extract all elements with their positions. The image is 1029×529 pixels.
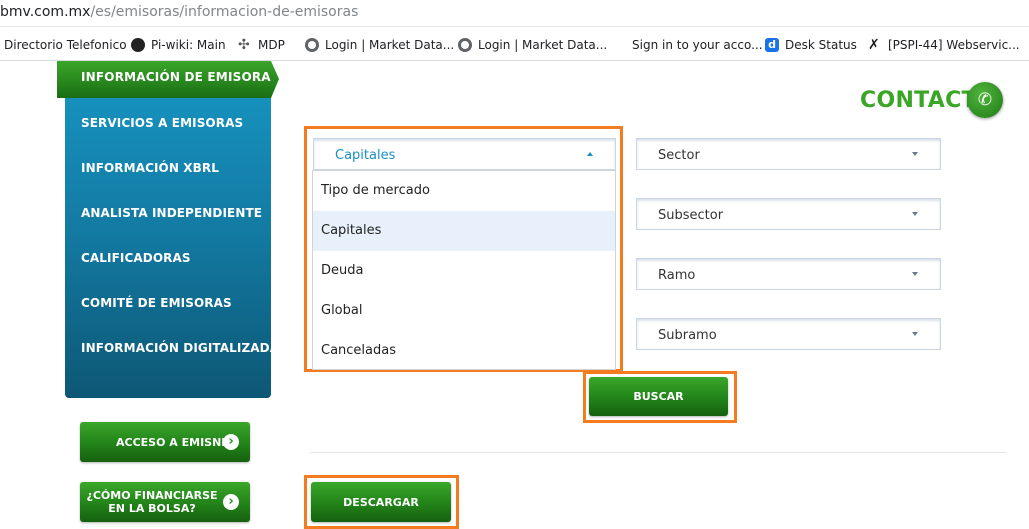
- chevron-up-icon: [587, 152, 593, 156]
- d-icon: d: [765, 38, 779, 52]
- globe-icon: [458, 38, 472, 52]
- bookmark-pspi[interactable]: ✗ [PSPI-44] Webservic...: [868, 36, 1020, 54]
- sidebar-item-digitalizada[interactable]: INFORMACIÓN DIGITALIZADA: [81, 341, 279, 355]
- option-global[interactable]: Global: [313, 291, 615, 331]
- bookmark-login-1[interactable]: Login | Market Data...: [305, 36, 454, 54]
- url-host: bmv.com.mx: [0, 4, 91, 20]
- jira-icon: ✗: [868, 37, 880, 53]
- bookmark-label: Login | Market Data...: [478, 38, 608, 52]
- sidebar-item-calificadoras[interactable]: CALIFICADORAS: [81, 251, 191, 265]
- descargar-button[interactable]: DESCARGAR: [311, 482, 451, 522]
- bookmark-desk-status[interactable]: d Desk Status: [765, 36, 857, 54]
- address-bar[interactable]: bmv.com.mx/es/emisoras/informacion-de-em…: [0, 0, 1029, 27]
- bookmark-label: Sign in to your acco...: [632, 38, 763, 52]
- chevron-down-icon: [912, 332, 918, 336]
- sidebar-item-informacion-de-emisora[interactable]: INFORMACIÓN DE EMISORA: [57, 61, 279, 98]
- market-type-select[interactable]: Capitales: [313, 138, 616, 170]
- sidebar-item-analista[interactable]: ANALISTA INDEPENDIENTE: [81, 206, 262, 220]
- sidebar-menu: SERVICIOS A EMISORAS INFORMACIÓN XBRL AN…: [65, 98, 279, 398]
- bookmark-directorio[interactable]: Directorio Telefonico: [4, 36, 127, 54]
- url-text[interactable]: bmv.com.mx/es/emisoras/informacion-de-em…: [0, 4, 358, 20]
- bookmark-label: Desk Status: [785, 38, 857, 52]
- bookmark-mdp[interactable]: ✣ MDP: [238, 36, 285, 54]
- ramo-select[interactable]: Ramo: [636, 258, 941, 290]
- option-canceladas[interactable]: Canceladas: [313, 331, 615, 371]
- bookmark-login-2[interactable]: Login | Market Data...: [458, 36, 607, 54]
- bookmark-pi-wiki[interactable]: Pi-wiki: Main: [131, 36, 226, 54]
- phone-icon[interactable]: ✆: [967, 82, 1003, 118]
- globe-icon: [305, 38, 319, 52]
- bookmark-label: [PSPI-44] Webservic...: [888, 38, 1020, 52]
- sidebar-item-servicios[interactable]: SERVICIOS A EMISORAS: [81, 116, 243, 130]
- como-financiarse-button[interactable]: ¿CÓMO FINANCIARSE EN LA BOLSA? ›: [80, 482, 250, 522]
- option-capitales[interactable]: Capitales: [313, 211, 615, 251]
- buscar-button[interactable]: BUSCAR: [589, 377, 728, 416]
- option-tipo-de-mercado[interactable]: Tipo de mercado: [313, 171, 615, 211]
- url-path: /es/emisoras/informacion-de-emisoras: [90, 4, 359, 20]
- bookmark-label: Pi-wiki: Main: [151, 38, 226, 52]
- divider: [310, 452, 1006, 453]
- arrow-right-icon: ›: [223, 434, 239, 450]
- wiki-icon: [131, 38, 145, 52]
- market-type-dropdown: Tipo de mercado Capitales Deuda Global C…: [312, 170, 616, 370]
- bookmark-label: Directorio Telefonico: [4, 38, 127, 52]
- chevron-down-icon: [912, 152, 918, 156]
- arrow-right-icon: ›: [223, 494, 239, 510]
- bookmark-sign-in[interactable]: Sign in to your acco...: [612, 36, 763, 54]
- financiarse-label-line1: ¿CÓMO FINANCIARSE: [86, 489, 218, 502]
- mdp-icon: ✣: [238, 37, 250, 53]
- option-deuda[interactable]: Deuda: [313, 251, 615, 291]
- subsector-value: Subsector: [658, 208, 724, 223]
- financiarse-label-line2: EN LA BOLSA?: [108, 502, 196, 515]
- emisnet-label: ACCESO A EMISNET: [116, 435, 237, 449]
- subsector-select[interactable]: Subsector: [636, 198, 941, 230]
- acceso-emisnet-button[interactable]: ACCESO A EMISNET ›: [80, 422, 250, 462]
- subramo-value: Subramo: [658, 328, 717, 343]
- market-type-value: Capitales: [335, 148, 396, 163]
- chevron-down-icon: [912, 272, 918, 276]
- bookmarks-bar: Directorio Telefonico Pi-wiki: Main ✣ MD…: [0, 27, 1029, 61]
- sidebar-item-comite[interactable]: COMITÉ DE EMISORAS: [81, 296, 232, 310]
- ramo-value: Ramo: [658, 268, 696, 283]
- subramo-select[interactable]: Subramo: [636, 318, 941, 350]
- bookmark-label: Login | Market Data...: [325, 38, 455, 52]
- sidebar-active-label: INFORMACIÓN DE EMISORA: [81, 70, 271, 84]
- sector-value: Sector: [658, 148, 700, 163]
- sidebar-item-xbrl[interactable]: INFORMACIÓN XBRL: [81, 161, 219, 175]
- sector-select[interactable]: Sector: [636, 138, 941, 170]
- microsoft-icon: [612, 38, 626, 52]
- chevron-down-icon: [912, 212, 918, 216]
- bookmark-label: MDP: [258, 38, 285, 52]
